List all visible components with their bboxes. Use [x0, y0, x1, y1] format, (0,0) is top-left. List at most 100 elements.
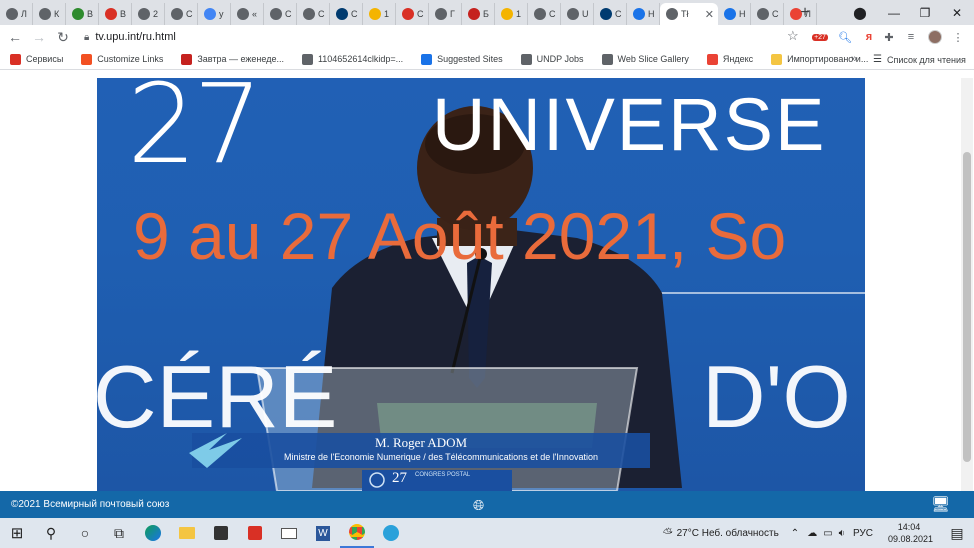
- bookmarks-overflow-button[interactable]: »: [851, 53, 857, 65]
- cortana-icon[interactable]: ○: [68, 518, 102, 548]
- notifications-icon[interactable]: ▤: [940, 518, 974, 548]
- language-globe-icon[interactable]: 🌐︎: [473, 497, 484, 514]
- browser-tab[interactable]: С: [528, 3, 561, 25]
- browser-tab[interactable]: С: [297, 3, 330, 25]
- store-icon[interactable]: [204, 518, 238, 548]
- edge-browser-icon[interactable]: [136, 518, 170, 548]
- browser-tab[interactable]: Л: [0, 3, 33, 25]
- browser-tab[interactable]: «: [231, 3, 264, 25]
- language-indicator[interactable]: РУС: [853, 528, 873, 539]
- browser-tab[interactable]: Н: [627, 3, 660, 25]
- bookmark-item[interactable]: Customize Links: [81, 53, 163, 65]
- gift-app-icon[interactable]: [238, 518, 272, 548]
- bookmark-favicon-icon: [81, 53, 93, 65]
- podium-logo-number: 27: [392, 470, 407, 486]
- tab-label: «: [252, 9, 258, 19]
- menu-kebab-icon[interactable]: ⋮: [949, 28, 967, 46]
- tab-label: С: [318, 9, 325, 19]
- browser-tab[interactable]: Г: [429, 3, 462, 25]
- reading-list-button[interactable]: ☰ Список для чтения: [873, 54, 966, 65]
- close-window-button[interactable]: ✕: [940, 0, 974, 25]
- bookmark-favicon-icon: [421, 53, 433, 65]
- browser-tab[interactable]: 1: [495, 3, 528, 25]
- minimize-button[interactable]: —: [877, 0, 911, 25]
- forward-button[interactable]: →: [27, 25, 51, 49]
- task-view-icon[interactable]: ⧉: [102, 518, 136, 548]
- onedrive-icon[interactable]: ☁: [807, 528, 817, 539]
- taskbar-clock[interactable]: 14:04 09.08.2021: [888, 521, 933, 545]
- tab-search-button[interactable]: ⬤: [843, 0, 877, 25]
- browser-tab[interactable]: Б: [462, 3, 495, 25]
- tab-strip: Л К В В 2 Су «С С С 1 С Г Б 1 С U С Н Tł ✕ Н С Л: [0, 0, 974, 25]
- yandex-extension-icon[interactable]: я: [860, 28, 878, 46]
- media-control-icon[interactable]: ≡: [902, 28, 920, 46]
- search-icon[interactable]: ⚲: [34, 518, 68, 548]
- citi-icon: [336, 8, 348, 20]
- browser-tab[interactable]: В: [66, 3, 99, 25]
- maximize-button[interactable]: ❐: [908, 0, 942, 25]
- tab-label: 2: [153, 9, 159, 19]
- bookmark-item[interactable]: UNDP Jobs: [520, 53, 584, 65]
- new-tab-button[interactable]: +: [793, 2, 817, 24]
- reload-button[interactable]: ↻: [51, 25, 75, 49]
- extension-badge[interactable]: +27: [811, 28, 829, 46]
- browser-tab[interactable]: С: [330, 3, 363, 25]
- browser-tab[interactable]: Н: [718, 3, 751, 25]
- page-scrollbar[interactable]: [961, 78, 973, 491]
- tab-label: Н: [739, 9, 746, 19]
- browser-tab[interactable]: 2: [132, 3, 165, 25]
- bookmark-item[interactable]: 1104652614clkidp=...: [301, 53, 404, 65]
- weather-text[interactable]: 27°C Неб. облачность: [677, 528, 779, 539]
- bookmark-favicon-icon: [706, 53, 718, 65]
- volume-icon[interactable]: 🔉︎: [839, 528, 845, 539]
- bookmark-favicon-icon: [301, 53, 313, 65]
- bookmark-label: Suggested Sites: [437, 54, 503, 64]
- browser-tab[interactable]: С: [165, 3, 198, 25]
- extensions-puzzle-icon[interactable]: ✚: [880, 28, 898, 46]
- chrome-icon[interactable]: [340, 518, 374, 548]
- browser-tab[interactable]: С: [594, 3, 627, 25]
- bookmark-item[interactable]: Яндекс: [706, 53, 753, 65]
- browser-tab[interactable]: U: [561, 3, 594, 25]
- bookmark-item[interactable]: Web Slice Gallery: [601, 53, 689, 65]
- start-windows-icon[interactable]: ⊞: [0, 518, 34, 548]
- browser-tab[interactable]: 1: [363, 3, 396, 25]
- search-extension-icon[interactable]: 🔍︎: [836, 28, 854, 46]
- monitor-icon[interactable]: 🖥︎: [931, 495, 950, 513]
- bookmark-favicon-icon: [10, 53, 21, 65]
- system-tray: ⛅︎ 27°C Неб. облачность ⌃ ☁ ▭ 🔉︎ РУС: [663, 518, 873, 548]
- browser-tab[interactable]: К: [33, 3, 66, 25]
- browser-tab[interactable]: В: [99, 3, 132, 25]
- browser-tab[interactable]: С: [264, 3, 297, 25]
- tab-label: 1: [516, 9, 522, 19]
- word-icon[interactable]: W: [306, 518, 340, 548]
- browser-tab[interactable]: С: [396, 3, 429, 25]
- reading-list-icon: ☰: [873, 54, 882, 65]
- telegram-icon[interactable]: [374, 518, 408, 548]
- mail-icon: [501, 8, 513, 20]
- profile-avatar[interactable]: [926, 28, 944, 46]
- bookmark-item[interactable]: Suggested Sites: [421, 53, 503, 65]
- browser-tab[interactable]: Tł ✕: [660, 3, 718, 25]
- file-explorer-icon[interactable]: [170, 518, 204, 548]
- circle-icon: [138, 8, 150, 20]
- browser-tab[interactable]: у: [198, 3, 231, 25]
- tab-close-icon[interactable]: ✕: [705, 8, 714, 21]
- address-bar[interactable]: 🔒︎ tv.upu.int/ru.html: [84, 27, 814, 47]
- bookmark-label: Web Slice Gallery: [617, 54, 689, 64]
- tab-label: U: [582, 9, 589, 19]
- video-player[interactable]: 27 UNIVERSE 9 au 27 Août 2021, So CÉRÉ D…: [97, 78, 865, 491]
- network-icon[interactable]: ▭: [823, 528, 832, 539]
- bookmark-item[interactable]: Завтра — еженеде...: [181, 53, 284, 65]
- back-button[interactable]: ←: [3, 25, 27, 49]
- browser-tab[interactable]: С: [751, 3, 784, 25]
- weather-icon[interactable]: ⛅︎: [663, 526, 673, 541]
- tray-overflow-icon[interactable]: ⌃: [791, 528, 799, 539]
- mail-app-icon[interactable]: [272, 518, 306, 548]
- bookmark-star-icon[interactable]: ☆: [787, 28, 799, 44]
- tab-label: С: [417, 9, 424, 19]
- video-ceremony-text-right: D'O: [702, 347, 851, 446]
- bookmark-label: 1104652614clkidp=...: [317, 54, 404, 64]
- bookmark-item[interactable]: Сервисы: [10, 53, 63, 65]
- scrollbar-thumb[interactable]: [963, 152, 971, 462]
